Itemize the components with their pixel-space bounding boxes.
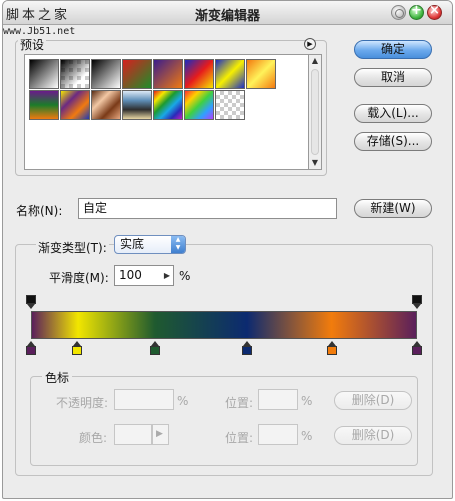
color-stop-1[interactable]	[72, 341, 83, 355]
preset-swatch-violet-green-orange[interactable]	[29, 90, 59, 120]
preset-swatch-copper[interactable]	[91, 90, 121, 120]
preset-swatch-yellow-violet-orange-blue[interactable]	[60, 90, 90, 120]
opacity-stop-1[interactable]	[412, 295, 423, 309]
smoothness-label: 平滑度(M):	[49, 271, 109, 285]
preset-swatch-red-green[interactable]	[122, 59, 152, 89]
scroll-up-icon[interactable]: ▲	[309, 55, 321, 67]
cancel-button[interactable]: 取消	[354, 68, 432, 87]
load-button[interactable]: 载入(L)...	[354, 104, 432, 123]
gradient-type-label: 渐变类型(T):	[36, 239, 109, 256]
color-stop-0[interactable]	[26, 341, 37, 355]
ok-button[interactable]: 确定	[354, 40, 432, 59]
gradient-type-value: 实底	[120, 237, 145, 251]
preset-swatch-foreground-to-transparent[interactable]	[60, 59, 90, 89]
new-button[interactable]: 新建(W)	[354, 199, 432, 218]
stops-group	[30, 376, 418, 466]
color-picker-arrow-icon[interactable]: ▶	[152, 424, 169, 445]
smoothness-dropdown-icon[interactable]: ▶	[162, 266, 172, 285]
preset-swatch-foreground-to-background[interactable]	[29, 59, 59, 89]
color-swatch[interactable]	[114, 424, 152, 445]
presets-swatch-list	[24, 54, 309, 170]
delete-color-stop-button[interactable]: 删除(D)	[334, 426, 412, 445]
preset-swatch-spectrum[interactable]	[153, 90, 183, 120]
preset-swatch-orange-yellow-orange[interactable]	[246, 59, 276, 89]
presets-label: 预设	[18, 36, 47, 53]
presets-scrollbar[interactable]: ▲ ▼	[309, 54, 322, 170]
color-location-input[interactable]	[258, 424, 298, 445]
preset-swatch-black-white[interactable]	[91, 59, 121, 89]
color-label: 颜色:	[79, 431, 108, 445]
color-stop-4[interactable]	[327, 341, 338, 355]
scroll-down-icon[interactable]: ▼	[309, 157, 321, 169]
zoom-icon[interactable]	[409, 3, 424, 20]
close-icon[interactable]	[427, 3, 442, 20]
select-arrows-icon: ▲ ▼	[171, 236, 185, 253]
minimize-icon[interactable]	[391, 5, 406, 20]
preset-swatch-violet-orange[interactable]	[153, 59, 183, 89]
color-stop-3[interactable]	[242, 341, 253, 355]
name-input[interactable]: 自定	[78, 198, 337, 219]
opacity-label: 不透明度:	[56, 396, 109, 410]
opacity-stop-0[interactable]	[26, 295, 37, 309]
scroll-track[interactable]	[311, 69, 319, 155]
stops-group-label: 色标	[42, 369, 73, 386]
preset-swatch-blue-red-yellow[interactable]	[184, 59, 214, 89]
opacity-unit: %	[177, 394, 189, 408]
color-location-label: 位置:	[225, 431, 254, 445]
opacity-input[interactable]	[114, 389, 174, 410]
gradient-type-select[interactable]: 实底 ▲ ▼	[114, 235, 186, 254]
opacity-location-label: 位置:	[225, 396, 254, 410]
preset-swatch-transparent-stripes[interactable]	[215, 90, 245, 120]
smoothness-unit: %	[179, 269, 191, 283]
opacity-location-unit: %	[301, 394, 313, 408]
opacity-location-input[interactable]	[258, 389, 298, 410]
title-bar[interactable]: 脚本之家 渐变编辑器	[3, 1, 452, 25]
save-button[interactable]: 存储(S)...	[354, 132, 432, 151]
preset-swatch-transparent-rainbow[interactable]	[184, 90, 214, 120]
preset-swatch-blue-yellow-blue[interactable]	[215, 59, 245, 89]
color-stop-2[interactable]	[149, 341, 161, 355]
color-stop-5[interactable]	[412, 341, 423, 355]
delete-opacity-stop-button[interactable]: 删除(D)	[334, 391, 412, 410]
window-title: 渐变编辑器	[194, 9, 260, 24]
gradient-preview-bar[interactable]	[31, 311, 417, 339]
preset-swatch-chrome[interactable]	[122, 90, 152, 120]
name-label: 名称(N):	[16, 204, 63, 218]
color-location-unit: %	[301, 429, 313, 443]
presets-menu-icon[interactable]: ▶	[304, 38, 316, 50]
